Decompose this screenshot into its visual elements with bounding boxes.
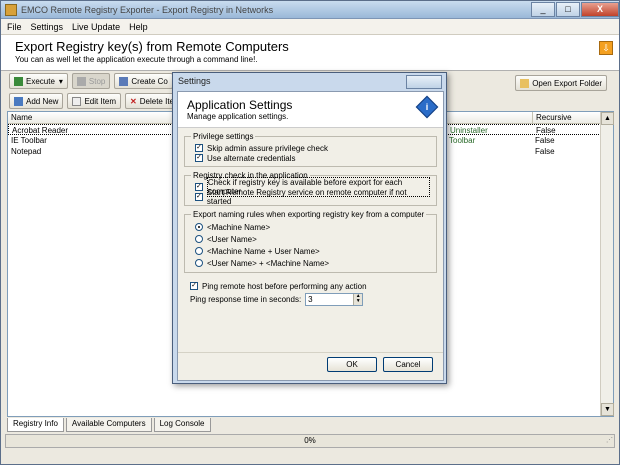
menu-live-update[interactable]: Live Update xyxy=(72,22,120,32)
privilege-settings-group: Privilege settings ✓ Skip admin assure pr… xyxy=(184,132,437,167)
skip-admin-checkbox[interactable]: ✓ Skip admin assure privilege check xyxy=(195,143,430,153)
stepper-arrows-icon[interactable]: ▲ ▼ xyxy=(353,294,363,305)
stop-icon xyxy=(76,76,86,86)
menu-settings[interactable]: Settings xyxy=(31,22,64,32)
alternate-credentials-checkbox[interactable]: ✓ Use alternate credentials xyxy=(195,153,430,163)
ping-time-row: Ping response time in seconds: 3 ▲ ▼ xyxy=(190,293,443,306)
radio-user-plus-machine[interactable]: <User Name> + <Machine Name> xyxy=(195,257,430,269)
add-icon xyxy=(14,96,23,106)
window-title: EMCO Remote Registry Exporter - Export R… xyxy=(21,4,274,15)
menu-bar: File Settings Live Update Help xyxy=(1,19,619,35)
radio-machine-name[interactable]: <Machine Name> xyxy=(195,221,430,233)
close-button[interactable]: X xyxy=(581,1,619,17)
export-naming-group: Export naming rules when exporting regis… xyxy=(184,210,437,273)
page-title: Export Registry key(s) from Remote Compu… xyxy=(15,39,289,54)
progress-bar: 0% ⋰ xyxy=(5,434,615,448)
app-icon xyxy=(5,3,17,16)
column-name[interactable]: Name xyxy=(8,112,176,123)
stop-button[interactable]: Stop xyxy=(71,73,111,89)
settings-dialog: Settings Application Settings Manage app… xyxy=(172,72,447,384)
edit-item-button[interactable]: Edit Item xyxy=(67,93,122,109)
folder-icon xyxy=(520,78,530,88)
column-recursive[interactable]: Recursive xyxy=(533,112,601,123)
ping-remote-host-checkbox[interactable]: ✓ Ping remote host before performing any … xyxy=(190,281,443,291)
tab-registry-info[interactable]: Registry Info xyxy=(7,418,64,432)
chevron-down-icon[interactable]: ▾ xyxy=(59,77,63,86)
grid-scrollbar[interactable]: ▲ ▼ xyxy=(600,112,614,416)
dialog-close-button[interactable] xyxy=(406,75,442,89)
resize-grip-icon[interactable]: ⋰ xyxy=(606,435,613,447)
menu-file[interactable]: File xyxy=(7,22,22,32)
dialog-header: Application Settings Manage application … xyxy=(178,92,443,128)
scroll-up-icon[interactable]: ▲ xyxy=(601,112,614,125)
create-button[interactable]: Create Co xyxy=(114,73,173,89)
execute-icon xyxy=(14,76,23,86)
progress-text: 0% xyxy=(304,436,316,445)
tab-available-computers[interactable]: Available Computers xyxy=(65,418,152,432)
open-export-folder-button[interactable]: Open Export Folder xyxy=(515,75,607,91)
bottom-tabs: Registry Info Available Computers Log Co… xyxy=(7,418,213,432)
scroll-down-icon[interactable]: ▼ xyxy=(601,403,614,416)
registry-check-group: Registry check in the application ✓ Check… xyxy=(184,171,437,206)
start-remote-registry-checkbox[interactable]: ✓ Start Remote Registry service on remote… xyxy=(195,188,430,206)
page-header: Export Registry key(s) from Remote Compu… xyxy=(1,35,619,71)
page-subtitle: You can as well let the application exec… xyxy=(15,55,258,64)
menu-help[interactable]: Help xyxy=(129,22,148,32)
ping-time-label: Ping response time in seconds: xyxy=(190,295,302,304)
dialog-subtitle: Manage application settings. xyxy=(187,112,289,121)
minimize-button[interactable]: _ xyxy=(531,1,555,17)
delete-icon: ✕ xyxy=(130,96,137,106)
ok-button[interactable]: OK xyxy=(327,357,377,372)
tab-log-console[interactable]: Log Console xyxy=(153,418,211,432)
title-bar: EMCO Remote Registry Exporter - Export R… xyxy=(1,1,619,19)
edit-icon xyxy=(72,96,82,106)
dialog-title: Application Settings xyxy=(187,98,293,112)
download-icon: ⇩ xyxy=(599,41,613,55)
add-new-button[interactable]: Add New xyxy=(9,93,64,109)
maximize-button[interactable]: □ xyxy=(556,1,580,17)
radio-machine-plus-user[interactable]: <Machine Name + User Name> xyxy=(195,245,430,257)
cancel-button[interactable]: Cancel xyxy=(383,357,433,372)
create-icon xyxy=(119,76,129,86)
ping-time-stepper[interactable]: 3 ▲ ▼ xyxy=(305,293,364,306)
radio-user-name[interactable]: <User Name> xyxy=(195,233,430,245)
execute-button[interactable]: Execute ▾ xyxy=(9,73,68,89)
